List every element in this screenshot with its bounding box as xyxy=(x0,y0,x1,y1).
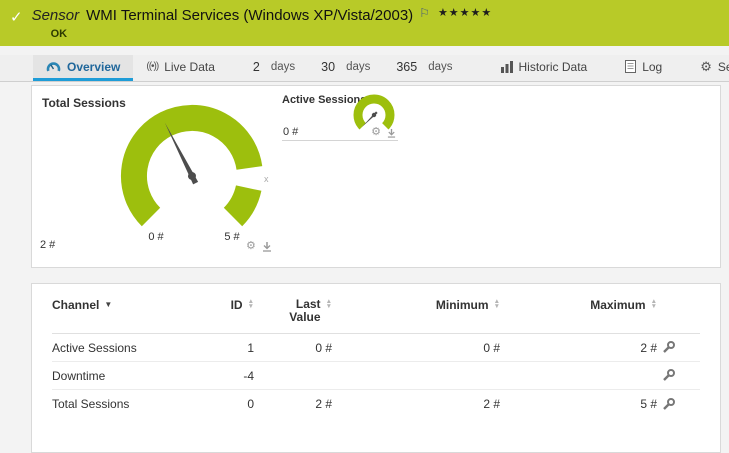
column-header-channel[interactable]: Channel ▼ xyxy=(52,298,202,312)
gauge-settings-gear-icon[interactable]: ⚙ xyxy=(246,241,256,252)
table-header-row: Channel ▼ ID ▲▼ Last Value ▲▼ Minimum ▲▼… xyxy=(52,298,700,334)
channel-id: 1 xyxy=(202,341,254,355)
channels-table-panel: Channel ▼ ID ▲▼ Last Value ▲▼ Minimum ▲▼… xyxy=(31,283,721,453)
channel-maximum: 2 # xyxy=(500,341,657,355)
flag-icon[interactable]: ⚐ xyxy=(419,6,430,20)
table-row: Active Sessions 1 0 # 0 # 2 # xyxy=(52,334,700,362)
column-header-last-value[interactable]: Last Value ▲▼ xyxy=(254,298,332,324)
gauge-max-label: 5 # xyxy=(224,231,240,243)
gauge-icon xyxy=(46,60,61,73)
channel-last-value: 2 # xyxy=(254,397,332,411)
tab-label: Overview xyxy=(67,60,120,74)
channel-settings-wrench-icon[interactable] xyxy=(661,340,676,355)
tab-settings[interactable]: ⚙ Settings xyxy=(687,55,729,81)
live-broadcast-icon: ((•)) xyxy=(146,61,158,72)
column-header-maximum[interactable]: Maximum ▲▼ xyxy=(500,298,657,312)
column-header-id[interactable]: ID ▲▼ xyxy=(202,298,254,312)
tab-label: Live Data xyxy=(164,60,215,74)
active-sessions-gauge-block: Active Sessions 0 # ⚙ xyxy=(282,94,398,146)
gauge-axis-label: x xyxy=(264,174,269,184)
status-badge: OK xyxy=(51,28,493,40)
tab-365-days[interactable]: 365 days xyxy=(383,55,465,81)
tab-historic-data[interactable]: Historic Data xyxy=(488,55,601,81)
channel-name[interactable]: Active Sessions xyxy=(52,341,202,355)
priority-stars[interactable]: ★★★★★ xyxy=(438,6,492,19)
gear-icon: ⚙ xyxy=(700,60,712,73)
total-sessions-current-value: 2 # xyxy=(40,239,55,251)
channel-settings-wrench-icon[interactable] xyxy=(661,368,676,383)
table-row: Total Sessions 0 2 # 2 # 5 # xyxy=(52,390,700,418)
tab-bar: Overview ((•)) Live Data 2 days 30 days … xyxy=(0,55,729,82)
channel-minimum: 2 # xyxy=(332,397,500,411)
sort-icon: ▲▼ xyxy=(651,299,657,309)
tab-log[interactable]: Log xyxy=(612,55,675,81)
total-sessions-gauge: x 0 # 5 # xyxy=(92,98,292,258)
sort-desc-icon: ▼ xyxy=(104,300,112,309)
sensor-type-label: Sensor xyxy=(32,7,80,24)
gauge-min-label: 0 # xyxy=(148,231,164,243)
table-body: Active Sessions 1 0 # 0 # 2 # Downtime -… xyxy=(52,334,700,418)
tab-label: Settings xyxy=(718,60,729,74)
active-sessions-gauge xyxy=(346,89,402,141)
sensor-status-header: ✓ Sensor WMI Terminal Services (Windows … xyxy=(0,0,729,46)
channel-maximum: 5 # xyxy=(500,397,657,411)
tab-overview[interactable]: Overview xyxy=(33,55,133,81)
tab-2-days[interactable]: 2 days xyxy=(240,55,308,81)
tab-30-days[interactable]: 30 days xyxy=(308,55,383,81)
log-document-icon xyxy=(625,60,636,73)
status-check-icon: ✓ xyxy=(10,8,23,26)
tab-live-data[interactable]: ((•)) Live Data xyxy=(133,55,228,81)
channel-minimum: 0 # xyxy=(332,341,500,355)
tab-label: Historic Data xyxy=(519,60,588,74)
bar-chart-icon xyxy=(501,61,513,73)
overview-gauges-panel: Total Sessions x 0 # 5 # 2 # ⚙ Active Se… xyxy=(31,85,721,268)
channel-id: 0 xyxy=(202,397,254,411)
page-title: WMI Terminal Services (Windows XP/Vista/… xyxy=(86,7,413,24)
tab-label: Log xyxy=(642,60,662,74)
column-header-minimum[interactable]: Minimum ▲▼ xyxy=(332,298,500,312)
download-graph-icon[interactable] xyxy=(262,241,272,252)
channel-settings-wrench-icon[interactable] xyxy=(661,397,676,412)
active-sessions-current-value: 0 # xyxy=(283,126,298,138)
channel-name[interactable]: Total Sessions xyxy=(52,397,202,411)
channel-id: -4 xyxy=(202,369,254,383)
channel-last-value: 0 # xyxy=(254,341,332,355)
channel-name[interactable]: Downtime xyxy=(52,369,202,383)
table-row: Downtime -4 xyxy=(52,362,700,390)
